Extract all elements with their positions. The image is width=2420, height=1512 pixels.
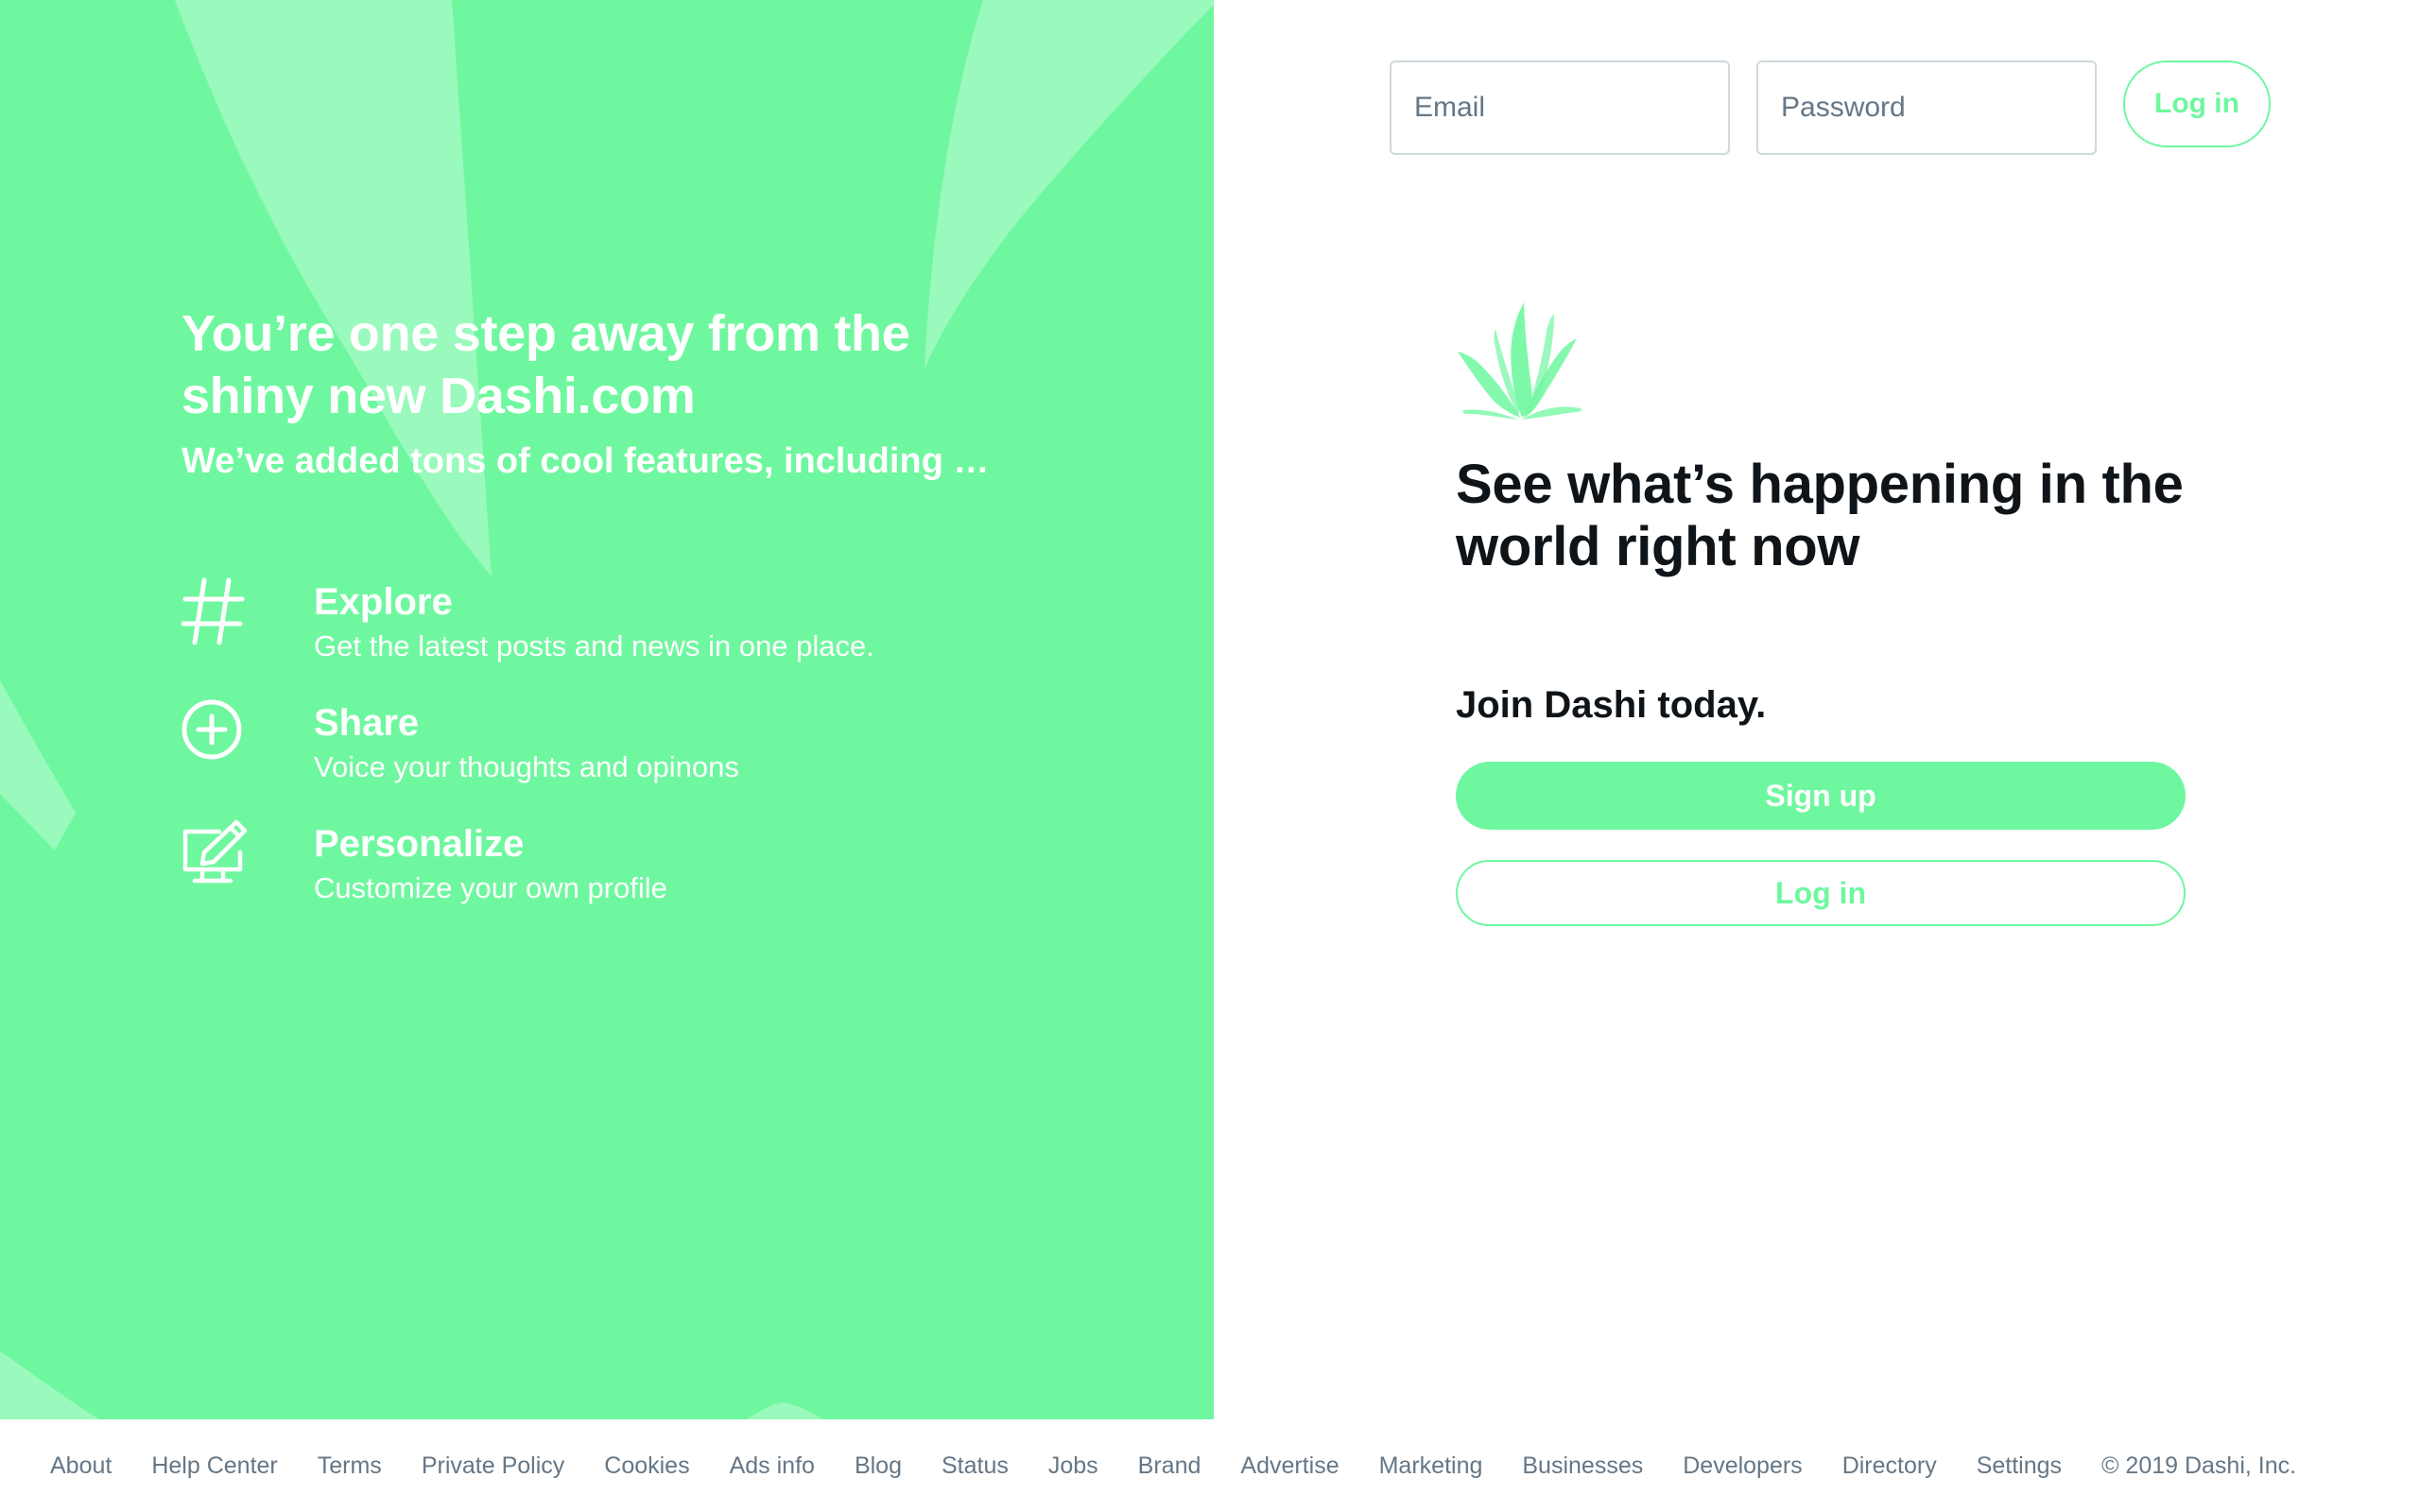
promo-text: You’re one step away from the shiny new …	[182, 302, 1127, 484]
promo-panel: You’re one step away from the shiny new …	[0, 0, 1214, 1419]
feature-title: Personalize	[314, 823, 525, 865]
feature-title: Share	[314, 702, 420, 744]
promo-subtitle: We’ve added tons of cool features, inclu…	[182, 441, 990, 481]
footer-link-status[interactable]: Status	[942, 1452, 1009, 1480]
header-login-button[interactable]: Log in	[2123, 60, 2271, 147]
footer-link-directory[interactable]: Directory	[1842, 1452, 1937, 1480]
monitor-edit-icon	[182, 819, 248, 884]
plus-circle-icon	[182, 699, 242, 760]
hashtag-icon	[182, 577, 245, 645]
signup-section: See what’s happening in the world right …	[1456, 302, 2193, 926]
footer-link-developers[interactable]: Developers	[1683, 1452, 1802, 1480]
footer: About Help Center Terms Private Policy C…	[0, 1419, 2420, 1512]
feature-description: Voice your thoughts and opinons	[314, 750, 739, 783]
footer-link-brand[interactable]: Brand	[1138, 1452, 1201, 1480]
signup-button[interactable]: Sign up	[1456, 762, 2186, 830]
feature-description: Customize your own profile	[314, 871, 667, 904]
footer-link-ads-info[interactable]: Ads info	[730, 1452, 815, 1480]
promo-title: You’re one step away from the shiny new …	[182, 305, 910, 424]
footer-link-cookies[interactable]: Cookies	[604, 1452, 689, 1480]
password-field[interactable]	[1756, 60, 2097, 155]
feature-description: Get the latest posts and news in one pla…	[314, 629, 874, 662]
footer-link-jobs[interactable]: Jobs	[1048, 1452, 1098, 1480]
footer-link-private-policy[interactable]: Private Policy	[422, 1452, 564, 1480]
email-field[interactable]	[1390, 60, 1730, 155]
footer-link-terms[interactable]: Terms	[318, 1452, 382, 1480]
join-text: Join Dashi today.	[1456, 684, 1767, 726]
login-button[interactable]: Log in	[1456, 860, 2186, 926]
footer-link-marketing[interactable]: Marketing	[1379, 1452, 1483, 1480]
footer-link-about[interactable]: About	[50, 1452, 112, 1480]
footer-link-businesses[interactable]: Businesses	[1522, 1452, 1643, 1480]
feature-title: Explore	[314, 581, 453, 623]
footer-link-help-center[interactable]: Help Center	[151, 1452, 277, 1480]
footer-link-blog[interactable]: Blog	[855, 1452, 902, 1480]
copyright: © 2019 Dashi, Inc.	[2101, 1452, 2297, 1479]
footer-link-settings[interactable]: Settings	[1977, 1452, 2062, 1480]
dashi-logo-icon	[1458, 302, 1582, 420]
main-headline: See what’s happening in the world right …	[1456, 454, 2184, 577]
footer-link-advertise[interactable]: Advertise	[1240, 1452, 1339, 1480]
